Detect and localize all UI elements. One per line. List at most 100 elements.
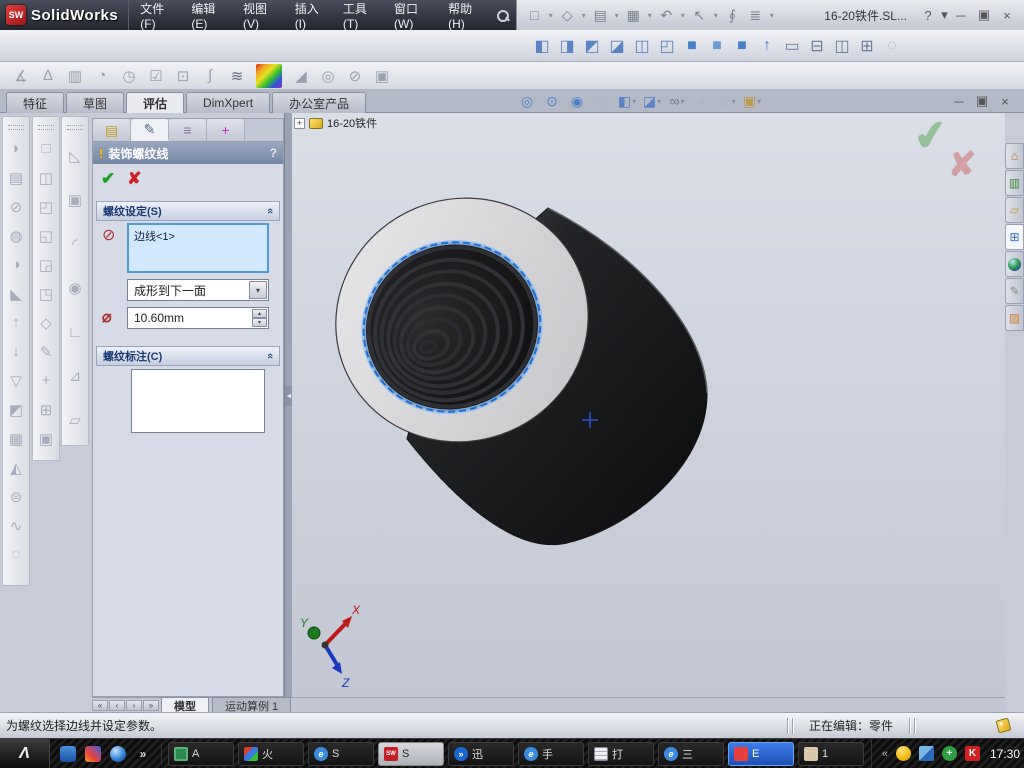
view-right-icon[interactable]: ◪ — [605, 33, 629, 59]
command-tab-2[interactable]: 草图 — [66, 92, 124, 113]
taskbar-button-6[interactable]: e手 — [518, 742, 584, 766]
hide-show-items-icon-arrow[interactable]: ▾ — [680, 97, 684, 106]
end-condition-dropdown[interactable]: 成形到下一面 ▾ — [127, 279, 269, 301]
cancel-button[interactable]: ✘ — [127, 169, 141, 189]
thickness-analysis-icon[interactable]: ⊘ — [342, 64, 368, 88]
section-properties-icon[interactable]: ▥ — [62, 64, 88, 88]
view-bottom-icon[interactable]: ◰ — [655, 33, 679, 59]
display-style-icon[interactable]: ◪▾ — [640, 91, 664, 111]
menu-item-6[interactable]: 窗口(W) — [383, 0, 437, 30]
command-tab-1[interactable]: 特征 — [6, 92, 64, 113]
first-tab-button[interactable]: « — [92, 700, 108, 711]
view-dimetric-icon[interactable]: ■ — [705, 33, 729, 59]
app-restore-button[interactable]: ▣ — [973, 4, 995, 26]
taskbar-button-1[interactable]: A — [168, 742, 234, 766]
select-arrow-icon[interactable]: ▾ — [711, 4, 720, 26]
taskbar-button-5[interactable]: »迅 — [448, 742, 514, 766]
help-icon[interactable]: ? — [917, 4, 939, 26]
scene-icon-arrow[interactable]: ▾ — [757, 97, 761, 106]
ok-button[interactable]: ✔ — [101, 169, 115, 189]
diameter-input[interactable]: 10.60mm ▴ ▾ — [127, 307, 269, 329]
last-tab-button[interactable]: » — [143, 700, 159, 711]
command-tab-5[interactable]: 办公室产品 — [272, 92, 366, 113]
menu-item-1[interactable]: 文件(F) — [129, 0, 180, 30]
normal-to-icon[interactable]: ↑ — [755, 33, 779, 59]
view-isometric-icon[interactable]: ■ — [680, 33, 704, 59]
tray-collapse-chevron[interactable]: « — [882, 746, 888, 761]
taskbar-button-10[interactable]: 1 — [798, 742, 864, 766]
select-icon[interactable]: ↖ — [688, 4, 710, 26]
graphics-area[interactable]: X Y Z + 16-20铁件 ✔ ✘ — [292, 113, 1005, 697]
search-icon[interactable] — [497, 10, 508, 21]
tree-expand-icon[interactable]: + — [294, 118, 305, 129]
next-tab-button[interactable]: › — [126, 700, 142, 711]
display-style-icon-arrow[interactable]: ▾ — [657, 97, 661, 106]
sensor-icon[interactable]: ◔ — [89, 64, 115, 88]
help-arrow-icon[interactable]: ▾ — [940, 4, 949, 26]
menu-item-3[interactable]: 视图(V) — [232, 0, 284, 30]
flyout-feature-tree[interactable]: + 16-20铁件 — [294, 115, 377, 131]
doc-minimize-button[interactable]: ─ — [948, 90, 970, 112]
options-arrow-icon[interactable]: ▾ — [767, 4, 776, 26]
check-icon[interactable]: ☑ — [143, 64, 169, 88]
tray-qq-icon[interactable] — [896, 746, 911, 761]
scene-icon[interactable]: ▣▾ — [740, 91, 764, 111]
undercut-analysis-icon[interactable]: ◎ — [315, 64, 341, 88]
model-tab-2[interactable]: 运动算例 1 — [212, 697, 291, 714]
print-icon[interactable]: ▦ — [622, 4, 644, 26]
view-palette-tab[interactable]: ✎ — [1005, 278, 1024, 304]
undo-icon[interactable]: ↶ — [655, 4, 677, 26]
view-orientation-icon-arrow[interactable]: ▾ — [632, 97, 636, 106]
quick-launch-more[interactable]: » — [135, 746, 151, 762]
doc-restore-button[interactable]: ▣ — [971, 90, 993, 112]
undo-arrow-icon[interactable]: ▾ — [678, 4, 687, 26]
command-tab-4[interactable]: DimXpert — [186, 92, 270, 113]
taskbar-button-9[interactable]: E — [728, 742, 794, 766]
performance-icon[interactable]: ◷ — [116, 64, 142, 88]
design-library-tab[interactable]: ▱ — [1005, 197, 1024, 223]
view-left-icon[interactable]: ◩ — [580, 33, 604, 59]
taskbar-button-8[interactable]: e三 — [658, 742, 724, 766]
search-tab[interactable] — [1005, 251, 1024, 277]
app-close-button[interactable]: × — [996, 4, 1018, 26]
hide-show-items-icon[interactable]: ∞▾ — [665, 91, 689, 111]
propertymanager-tab[interactable]: ✎ — [131, 119, 169, 141]
view-orientation-icon[interactable]: ◧▾ — [615, 91, 639, 111]
zoom-to-area-icon[interactable]: ⊙ — [540, 91, 564, 111]
geometry-analysis-icon[interactable]: ⊡ — [170, 64, 196, 88]
thread-callout-group-header[interactable]: 螺纹标注(C) « — [96, 346, 280, 366]
tray-network-icon[interactable] — [919, 746, 934, 761]
tag-icon[interactable] — [996, 718, 1012, 734]
new-arrow-icon[interactable]: ▾ — [546, 4, 555, 26]
featuremanager-tab[interactable]: ▤ — [93, 119, 131, 141]
thread-settings-group-header[interactable]: 螺纹设定(S) « — [96, 201, 280, 221]
zoom-to-fit-icon[interactable]: ◎ — [515, 91, 539, 111]
magnify-icon[interactable]: ◉ — [565, 91, 589, 111]
appearances-icon-arrow[interactable]: ▾ — [732, 97, 736, 106]
custom-properties-tab[interactable]: ▨ — [1005, 305, 1024, 331]
configurationmanager-tab[interactable]: ≡ — [169, 119, 207, 141]
taskbar-button-3[interactable]: eS — [308, 742, 374, 766]
menu-item-4[interactable]: 插入(I) — [284, 0, 332, 30]
edge-selection-box[interactable]: 边线<1> — [127, 223, 269, 273]
view-trimetric-icon[interactable]: ■ — [730, 33, 754, 59]
start-button[interactable]: Λ — [0, 739, 50, 768]
viewport-single-icon[interactable]: ▭ — [780, 33, 804, 59]
zebra-stripes-icon[interactable]: ≋ — [224, 64, 250, 88]
view-back-icon[interactable]: ◨ — [555, 33, 579, 59]
spin-up-icon[interactable]: ▴ — [252, 309, 267, 318]
measure-icon[interactable]: ∡ — [8, 64, 34, 88]
options-icon[interactable]: ≣ — [744, 4, 766, 26]
resources-tab[interactable]: ⌂ — [1005, 143, 1024, 169]
app-minimize-button[interactable]: ─ — [950, 4, 972, 26]
make-drawing-icon[interactable]: ▤ — [589, 4, 611, 26]
panel-splitter[interactable]: ◄ — [284, 113, 292, 697]
view-front-icon[interactable]: ◧ — [530, 33, 554, 59]
menu-item-7[interactable]: 帮助(H) — [437, 0, 489, 30]
curvature-display-icon[interactable] — [256, 64, 282, 88]
community-tab[interactable]: ▥ — [1005, 170, 1024, 196]
model-tab-1[interactable]: 模型 — [161, 697, 209, 714]
menu-item-5[interactable]: 工具(T) — [332, 0, 383, 30]
viewport-four-icon[interactable]: ⊞ — [855, 33, 879, 59]
menu-item-2[interactable]: 编辑(E) — [180, 0, 232, 30]
